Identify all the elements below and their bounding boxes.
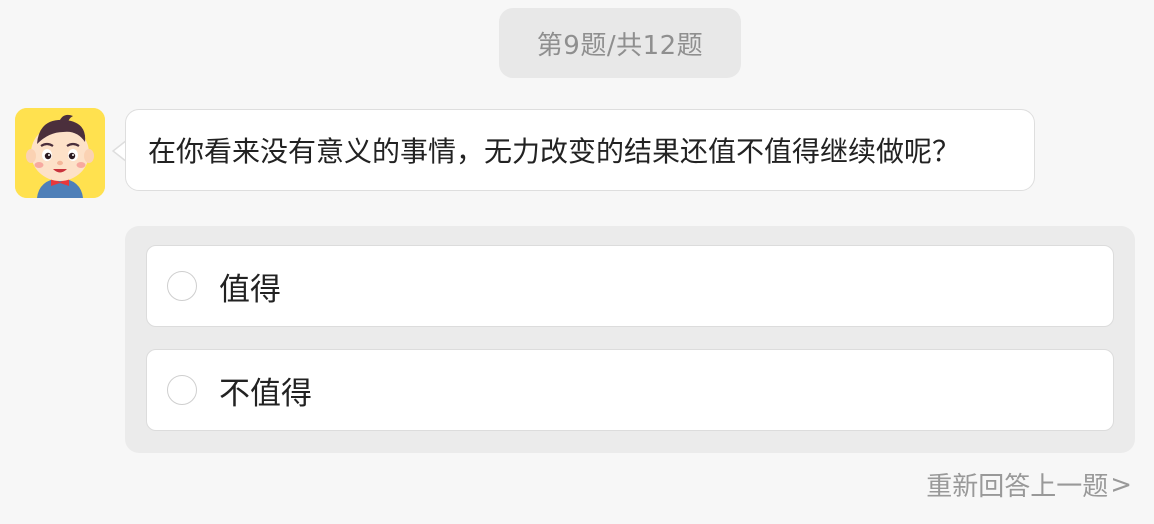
question-bubble: 在你看来没有意义的事情，无力改变的结果还值不值得继续做呢？ xyxy=(125,109,1035,191)
redo-previous-question-label: 重新回答上一题 xyxy=(926,472,1109,502)
cartoon-boy-avatar-icon xyxy=(15,108,105,198)
avatar xyxy=(15,108,105,198)
answer-option-not-worth-it[interactable]: 不值得 xyxy=(146,349,1114,431)
radio-button[interactable] xyxy=(167,375,197,405)
answer-option-label: 不值得 xyxy=(219,375,312,412)
answer-option-label: 值得 xyxy=(219,271,281,308)
answer-option-worth-it[interactable]: 值得 xyxy=(146,245,1114,327)
redo-previous-question-link[interactable]: 重新回答上一题 > xyxy=(926,466,1132,503)
radio-button[interactable] xyxy=(167,271,197,301)
question-text: 在你看来没有意义的事情，无力改变的结果还值不值得继续做呢？ xyxy=(148,135,961,168)
question-progress-label: 第9题/共12题 xyxy=(536,30,704,61)
question-progress-badge: 第9题/共12题 xyxy=(499,8,741,78)
chevron-right-icon: > xyxy=(1110,469,1132,500)
answer-options-panel: 值得 不值得 xyxy=(125,226,1135,453)
